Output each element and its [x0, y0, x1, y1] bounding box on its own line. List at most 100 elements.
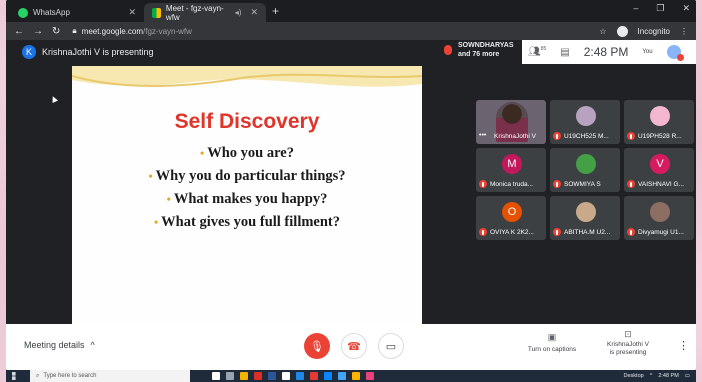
word-icon[interactable] [268, 372, 276, 380]
store-icon[interactable] [282, 372, 290, 380]
participant-name: Monica truda... [479, 180, 545, 188]
tab-meet[interactable]: Meet - fgz-vayn-wfw ◂) ✕ [144, 3, 266, 22]
participant-tile[interactable]: U19PH528 R... [624, 100, 694, 144]
presenting-status: is presenting [609, 349, 647, 356]
menu-icon[interactable]: ⋮ [680, 27, 688, 36]
edge-icon[interactable] [324, 372, 332, 380]
photos-icon[interactable] [338, 372, 346, 380]
taskbar-search[interactable]: ⌕ Type here to search [30, 370, 190, 382]
system-clock[interactable]: 2:48 PM [658, 373, 678, 379]
active-speaker: SOWNDHARYAS and 76 more [444, 41, 514, 59]
presenting-button[interactable]: ⊡ KrishnaJothi V is presenting [598, 330, 658, 357]
more-icon[interactable]: ••• [479, 132, 486, 139]
slide-bullet: • Why you do particular things? [148, 168, 346, 184]
top-controls: 👥︎85 ▤ 2:48 PM You [522, 40, 696, 64]
mic-off-icon: 🎙︎ [310, 340, 324, 353]
presenting-name: KrishnaJothi V [607, 341, 649, 348]
new-tab-button[interactable]: + [272, 4, 279, 18]
forward-icon[interactable]: → [33, 26, 43, 37]
participant-tile[interactable]: Divyamugi U1... [624, 196, 694, 240]
camera-toggle-button[interactable]: ▭ [378, 333, 404, 359]
participant-avatar [650, 202, 670, 222]
lock-icon: 🔒︎ [72, 26, 77, 35]
presenter-status: KrishnaJothi V is presenting [42, 47, 154, 57]
people-icon[interactable]: 👥︎85 [528, 46, 546, 57]
participant-avatar [576, 202, 596, 222]
desktop-label[interactable]: Desktop [624, 373, 644, 379]
cortana-icon[interactable] [212, 372, 220, 380]
search-icon: ⌕ [36, 372, 40, 379]
participant-tile[interactable]: SOWMIYA S [550, 148, 620, 192]
tab-whatsapp[interactable]: WhatsApp ✕ [10, 3, 144, 22]
close-icon[interactable]: ✕ [250, 7, 258, 18]
participant-tile[interactable]: M Monica truda... [476, 148, 546, 192]
url-host: meet.google.com [81, 26, 144, 36]
paint-icon[interactable] [366, 372, 374, 380]
participant-name: U19CH525 M... [553, 132, 619, 140]
url-field[interactable]: 🔒︎ meet.google.com/fgz-vayn-wfw [72, 26, 192, 36]
more-options-icon[interactable]: ⋮ [678, 339, 689, 352]
mic-toggle-button[interactable]: 🎙︎ [304, 333, 330, 359]
participant-tile[interactable]: ••• KrishnaJothi V [476, 100, 546, 144]
task-view-icon[interactable] [226, 372, 234, 380]
tray-chevron-icon[interactable]: ^ [650, 373, 653, 379]
participant-tile[interactable]: ABITHA.M U2... [550, 196, 620, 240]
participant-name: VAISHNAVI G... [627, 180, 693, 188]
speaker-name: SOWNDHARYAS [458, 42, 514, 49]
star-icon[interactable]: ☆ [599, 27, 606, 36]
phone-hangup-icon: ☎︎ [347, 340, 361, 353]
mail-icon[interactable] [296, 372, 304, 380]
tab-label: Meet - fgz-vayn-wfw [165, 3, 224, 22]
slide-bullet: • What makes you happy? [166, 191, 328, 207]
leave-call-button[interactable]: ☎︎ [341, 333, 367, 359]
minimize-icon[interactable]: – [633, 3, 638, 14]
captions-button[interactable]: ▣ Turn on captions [522, 332, 582, 353]
reload-icon[interactable]: ↻ [52, 26, 60, 37]
windows-taskbar: ⌕ Type here to search Desktop ^ 2:48 PM … [6, 370, 696, 382]
participant-tile[interactable]: O OVIYA K 2K2... [476, 196, 546, 240]
maximize-icon[interactable]: ❐ [656, 3, 664, 14]
participant-avatar: M [502, 154, 522, 174]
participant-avatar [576, 106, 596, 126]
people-count: 85 [540, 46, 547, 53]
slide-bullet: • Who you are? [200, 145, 294, 161]
back-icon[interactable]: ← [14, 26, 24, 37]
participant-tile[interactable]: V VAISHNAVI G... [624, 148, 694, 192]
presenter-avatar: K [22, 45, 36, 59]
sticky-notes-icon[interactable] [352, 372, 360, 380]
search-placeholder: Type here to search [43, 373, 97, 379]
presentation-slide: Self Discovery • Who you are? • Why you do… [72, 66, 422, 324]
incognito-icon [616, 25, 628, 37]
participant-avatar: O [502, 202, 522, 222]
taskbar-apps [212, 372, 374, 380]
slide-bullets: • Who you are? • Why you do particular thi… [72, 142, 422, 234]
participant-tile[interactable]: U19CH525 M... [550, 100, 620, 144]
notification-icon[interactable]: ▭ [685, 373, 690, 379]
mic-off-icon [627, 228, 635, 236]
close-window-icon[interactable]: ✕ [682, 3, 690, 14]
acrobat-icon[interactable] [254, 372, 262, 380]
windows-start-icon[interactable] [12, 372, 16, 380]
address-bar: ← → ↻ 🔒︎ meet.google.com/fgz-vayn-wfw ☆ … [6, 22, 696, 40]
close-icon[interactable]: ✕ [128, 7, 136, 18]
camera-icon: ▭ [385, 340, 397, 353]
participant-avatar [576, 154, 596, 174]
file-explorer-icon[interactable] [240, 372, 248, 380]
captions-icon: ▣ [547, 332, 557, 342]
mic-off-icon [627, 180, 635, 188]
toolbar-right: ☆ Incognito ⋮ [599, 25, 688, 37]
participant-name: SOWMIYA S [553, 180, 619, 188]
meeting-details-label: Meeting details [24, 340, 85, 350]
mic-off-icon [553, 132, 561, 140]
incognito-label[interactable]: Incognito [638, 27, 670, 36]
speaker-more: and 76 more [458, 51, 500, 58]
chrome-icon[interactable] [310, 372, 318, 380]
participant-name: ABITHA.M U2... [553, 228, 619, 236]
meeting-details-button[interactable]: Meeting details ^ [24, 340, 95, 350]
meet-icon [152, 7, 161, 18]
nav-buttons: ← → ↻ [14, 26, 60, 37]
self-avatar[interactable] [666, 45, 684, 61]
chat-icon[interactable]: ▤ [560, 47, 569, 58]
speaker-icon[interactable]: ◂) [235, 8, 242, 17]
slide-bullet: • What gives you full fillment? [153, 214, 341, 230]
